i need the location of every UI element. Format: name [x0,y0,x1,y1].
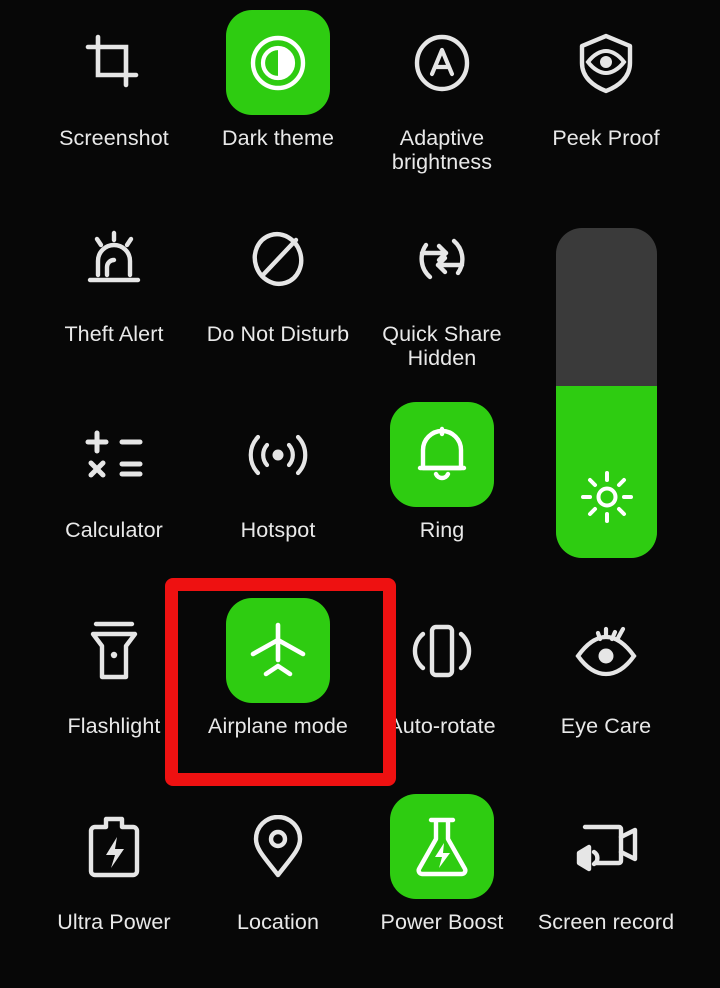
battery-bolt-icon [87,815,141,879]
brightness-slider[interactable] [556,228,657,558]
dark-theme-icon-box[interactable] [226,10,330,115]
tile-label: Eye Care [560,714,652,738]
quick-settings-row-1: Screenshot Dark theme Adaptive brightnes… [0,0,720,196]
tile-label: Auto-rotate [388,714,496,738]
hotspot-icon-box[interactable] [226,402,330,507]
power-boost-icon-box[interactable] [390,794,494,899]
theft-alert-icon-box[interactable] [62,206,166,311]
auto-rotate-icon-box[interactable] [390,598,494,703]
brightness-sun-icon [579,469,635,530]
tile-adaptive-brightness[interactable]: Adaptive brightness [360,0,524,196]
flashlight-icon-box[interactable] [62,598,166,703]
phone-rotate-icon [410,620,474,682]
tile-location[interactable]: Location [196,784,360,980]
tile-calculator[interactable]: Calculator [32,392,196,588]
tile-screenshot[interactable]: Screenshot [32,0,196,196]
tile-flashlight[interactable]: Flashlight [32,588,196,784]
bell-icon [412,424,472,486]
tile-label: Airplane mode [208,714,348,738]
tile-label: Hotspot [240,518,316,542]
ultra-power-icon-box[interactable] [62,794,166,899]
tile-power-boost[interactable]: Power Boost [360,784,524,980]
tile-label: Adaptive brightness [391,126,493,174]
tile-auto-rotate[interactable]: Auto-rotate [360,588,524,784]
tile-label: Dark theme [221,126,335,150]
airplane-icon [248,620,308,682]
ring-icon-box[interactable] [390,402,494,507]
tile-do-not-disturb[interactable]: Do Not Disturb [196,196,360,392]
adaptive-brightness-icon-box[interactable] [390,10,494,115]
tile-theft-alert[interactable]: Theft Alert [32,196,196,392]
tile-label: Quick Share Hidden [382,322,502,370]
tile-label: Screen record [537,910,675,934]
tile-label: Calculator [65,518,163,542]
letter-a-circle-icon [410,31,474,95]
quick-settings-row-5: Ultra Power Location Power Boost Screen … [0,784,720,980]
eye-care-icon-box[interactable] [554,598,658,703]
location-icon-box[interactable] [226,794,330,899]
tile-label: Theft Alert [64,322,164,346]
screenshot-icon-box[interactable] [62,10,166,115]
tile-eye-care[interactable]: Eye Care [524,588,688,784]
video-camera-icon [573,821,639,873]
quick-settings-row-4: Flashlight Airplane mode Auto-rotate Eye… [0,588,720,784]
tile-label: Ultra Power [57,910,171,934]
screen-record-icon-box[interactable] [554,794,658,899]
eye-lashes-icon [573,623,639,679]
tile-ultra-power[interactable]: Ultra Power [32,784,196,980]
contrast-circle-icon [247,32,309,94]
share-circle-arrows-icon [410,227,474,291]
tile-label: Location [236,910,320,934]
tile-hotspot[interactable]: Hotspot [196,392,360,588]
tile-dark-theme[interactable]: Dark theme [196,0,360,196]
crop-icon [82,31,146,95]
peek-proof-icon-box[interactable] [554,10,658,115]
tile-label: Screenshot [59,126,169,150]
quick-share-icon-box[interactable] [390,206,494,311]
tile-quick-share[interactable]: Quick Share Hidden [360,196,524,392]
do-not-disturb-icon-box[interactable] [226,206,330,311]
shield-eye-icon [574,31,638,95]
tile-label: Do Not Disturb [206,322,350,346]
calculator-symbols-icon [82,425,146,485]
tile-label: Power Boost [380,910,504,934]
hotspot-waves-icon [244,428,312,482]
circle-slash-icon [246,227,310,291]
tile-screen-record[interactable]: Screen record [524,784,688,980]
flask-bolt-icon [413,815,471,879]
tile-label: Flashlight [67,714,161,738]
tile-label: Peek Proof [552,126,660,150]
tile-peek-proof[interactable]: Peek Proof [524,0,688,196]
map-pin-icon [250,814,306,879]
flashlight-icon [86,619,142,683]
tile-label: Ring [419,518,465,542]
airplane-mode-icon-box[interactable] [226,598,330,703]
tile-airplane-mode[interactable]: Airplane mode [196,588,360,784]
calculator-icon-box[interactable] [62,402,166,507]
quick-settings-panel: Screenshot Dark theme Adaptive brightnes… [0,0,720,988]
tile-ring[interactable]: Ring [360,392,524,588]
siren-icon [82,227,146,291]
